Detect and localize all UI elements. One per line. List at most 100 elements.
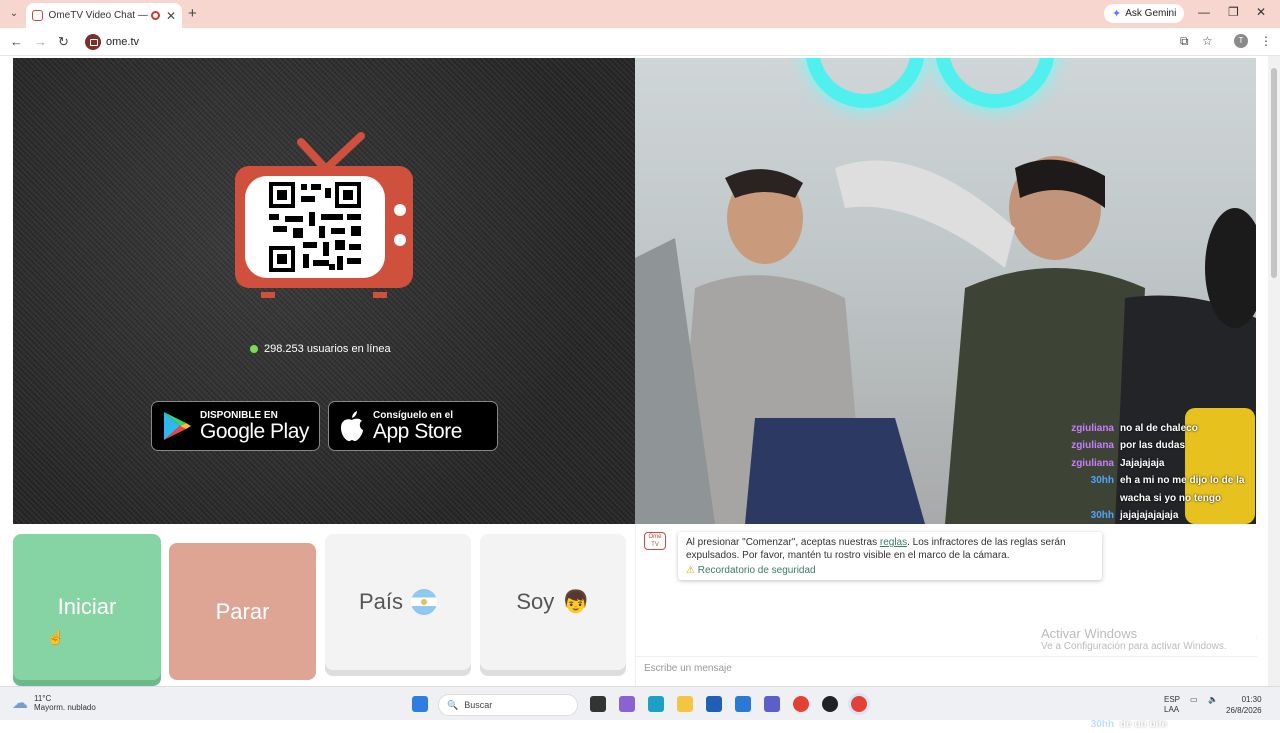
app-store-big-text: App Store: [373, 419, 462, 443]
gemini-icon: ✦: [1112, 8, 1122, 20]
chat-message: wacha si yo no tengo: [1120, 492, 1222, 504]
back-arrow-icon[interactable]: ←: [10, 34, 23, 49]
store-icon[interactable]: [706, 696, 722, 712]
edge-icon[interactable]: [648, 696, 664, 712]
start-label: Iniciar: [57, 594, 117, 619]
menu-kebab-icon[interactable]: ⋮: [1260, 34, 1272, 48]
chat-overlay-row: zgiuliana no al de chaleco: [1062, 420, 1262, 437]
outlook-icon[interactable]: [735, 696, 751, 712]
chat-overlay-row: zgiuliana Jajajajaja: [1062, 455, 1262, 472]
recorder-icon[interactable]: [822, 696, 838, 712]
chat-message: por las dudas: [1120, 440, 1186, 452]
google-play-badge[interactable]: DISPONIBLE EN Google Play: [151, 401, 320, 451]
site-info-icon[interactable]: [85, 34, 101, 50]
online-count-text: 298.253 usuarios en línea: [264, 343, 391, 355]
safety-reminder-link[interactable]: ⚠ Recordatorio de seguridad: [686, 564, 1094, 577]
weather-desc: Mayorm. nublado: [34, 703, 96, 712]
windows-start-icon[interactable]: [412, 696, 428, 712]
weather-temp: 11°C: [34, 694, 52, 703]
chat-overlay-row: 30hh jajajajajajaja: [1062, 507, 1262, 524]
url-text[interactable]: ome.tv: [106, 36, 139, 48]
bookmark-star-icon[interactable]: ☆: [1202, 34, 1213, 48]
task-view-icon[interactable]: [590, 696, 606, 712]
chat-username: zgiuliana: [1071, 423, 1114, 434]
stop-label: Parar: [215, 598, 270, 624]
activate-subtitle: Ve a Configuración para activar Windows.: [1041, 641, 1227, 652]
hand-cursor-icon: ☝: [47, 629, 65, 645]
close-window-icon[interactable]: ✕: [1256, 5, 1266, 19]
file-explorer-icon[interactable]: [677, 696, 693, 712]
chat-message: no al de chaleco: [1120, 423, 1198, 434]
ometv-logo-tv-icon: [235, 132, 413, 298]
online-users-counter: 298.253 usuarios en línea: [250, 343, 391, 355]
lang-line1: ESP: [1164, 695, 1181, 704]
country-button[interactable]: País: [325, 534, 471, 670]
address-bar: ← → ↻ ome.tv ⧉ ☆ T ⋮: [0, 28, 1280, 56]
lang-line2: LAA: [1164, 705, 1180, 714]
profile-avatar[interactable]: T: [1234, 34, 1248, 48]
tab-ometv[interactable]: OmeTV Video Chat — Ome ✕: [26, 3, 182, 28]
argentina-flag-icon: [411, 589, 438, 615]
page-scrollbar[interactable]: [1268, 56, 1280, 686]
gender-button[interactable]: Soy 👦: [480, 534, 626, 670]
chrome-icon[interactable]: [793, 696, 809, 712]
favicon-icon: [32, 10, 43, 21]
local-preview-panel: 298.253 usuarios en línea DISPONIBLE EN …: [13, 58, 635, 524]
new-tab-button[interactable]: +: [188, 5, 197, 22]
ask-gemini-label: Ask Gemini: [1125, 8, 1177, 19]
chat-username: zgiuliana: [1071, 440, 1114, 452]
safety-reminder-label: Recordatorio de seguridad: [697, 565, 816, 576]
taskbar-search[interactable]: 🔍 Buscar: [438, 694, 578, 716]
reload-icon[interactable]: ↻: [58, 34, 69, 50]
start-button[interactable]: Iniciar: [13, 534, 161, 680]
notice-prefix: Al presionar "Comenzar", aceptas nuestra…: [686, 537, 880, 548]
copilot-icon[interactable]: [619, 696, 635, 712]
language-indicator[interactable]: ESP LAA: [1164, 695, 1180, 715]
tray-volume-icon[interactable]: 🔈: [1208, 695, 1218, 704]
chat-overlay-row: wacha si yo no tengo: [1062, 490, 1262, 507]
tab-search-icon[interactable]: ⌄: [6, 6, 22, 22]
recording-icon: [151, 11, 160, 20]
chat-message: jajajajajajaja: [1120, 510, 1179, 522]
teams-icon[interactable]: [764, 696, 780, 712]
chat-overlay-row: 30hh eh a mi no me dijo lo de la: [1062, 472, 1262, 489]
activate-title: Activar Windows: [1041, 626, 1138, 641]
app-store-small-text: Consíguelo en el: [373, 409, 454, 421]
windows-activation-watermark: Activar Windows Ve a Configuración para …: [1041, 626, 1227, 652]
ometv-page: 298.253 usuarios en línea DISPONIBLE EN …: [0, 56, 1268, 730]
weather-widget[interactable]: ☁ 11°C Mayorm. nublado: [12, 693, 96, 713]
tray-network-icon[interactable]: ▭: [1190, 695, 1198, 704]
chat-username: 30hh: [1090, 510, 1114, 522]
forward-arrow-icon[interactable]: →: [34, 34, 47, 49]
search-label: Buscar: [464, 700, 493, 710]
online-dot-icon: [250, 345, 258, 353]
gender-label: Soy: [516, 589, 555, 614]
rules-notice: Al presionar "Comenzar", aceptas nuestra…: [678, 532, 1102, 580]
restore-icon[interactable]: ❐: [1228, 5, 1239, 19]
message-input[interactable]: Escribe un mensaje: [636, 656, 1257, 680]
search-icon: 🔍: [447, 699, 459, 710]
tab-close-icon[interactable]: ✕: [166, 9, 176, 23]
taskbar-clock[interactable]: 01:30 26/8/2026: [1226, 694, 1262, 716]
rules-link[interactable]: reglas: [880, 537, 907, 548]
stop-button[interactable]: Parar: [169, 543, 316, 680]
cloud-icon: ☁: [12, 695, 28, 712]
windows-taskbar: ☁ 11°C Mayorm. nublado 🔍 Buscar ▭ 🔈 ESP …: [0, 686, 1280, 720]
google-play-big-text: Google Play: [200, 419, 309, 443]
minimize-icon[interactable]: —: [1198, 5, 1210, 19]
clock-date: 26/8/2026: [1226, 706, 1262, 715]
boy-face-icon: 👦: [562, 589, 590, 614]
apple-icon: [341, 411, 363, 441]
ask-gemini-button[interactable]: ✦ Ask Gemini: [1104, 4, 1185, 23]
app-store-badge[interactable]: Consíguelo en el App Store: [328, 401, 498, 451]
warning-icon: ⚠: [686, 565, 695, 576]
chat-username: 30hh: [1090, 475, 1114, 487]
ometv-small-logo-icon: Ome TV: [644, 532, 666, 550]
chat-username: [1062, 490, 1114, 507]
chat-message: eh a mi no me dijo lo de la: [1120, 475, 1245, 487]
scrollbar-thumb[interactable]: [1271, 68, 1277, 278]
chat-overlay-row: zgiuliana por las dudas: [1062, 437, 1262, 454]
country-label: País: [358, 589, 404, 614]
cast-icon[interactable]: ⧉: [1180, 34, 1189, 49]
chrome-active-icon[interactable]: [851, 696, 867, 712]
